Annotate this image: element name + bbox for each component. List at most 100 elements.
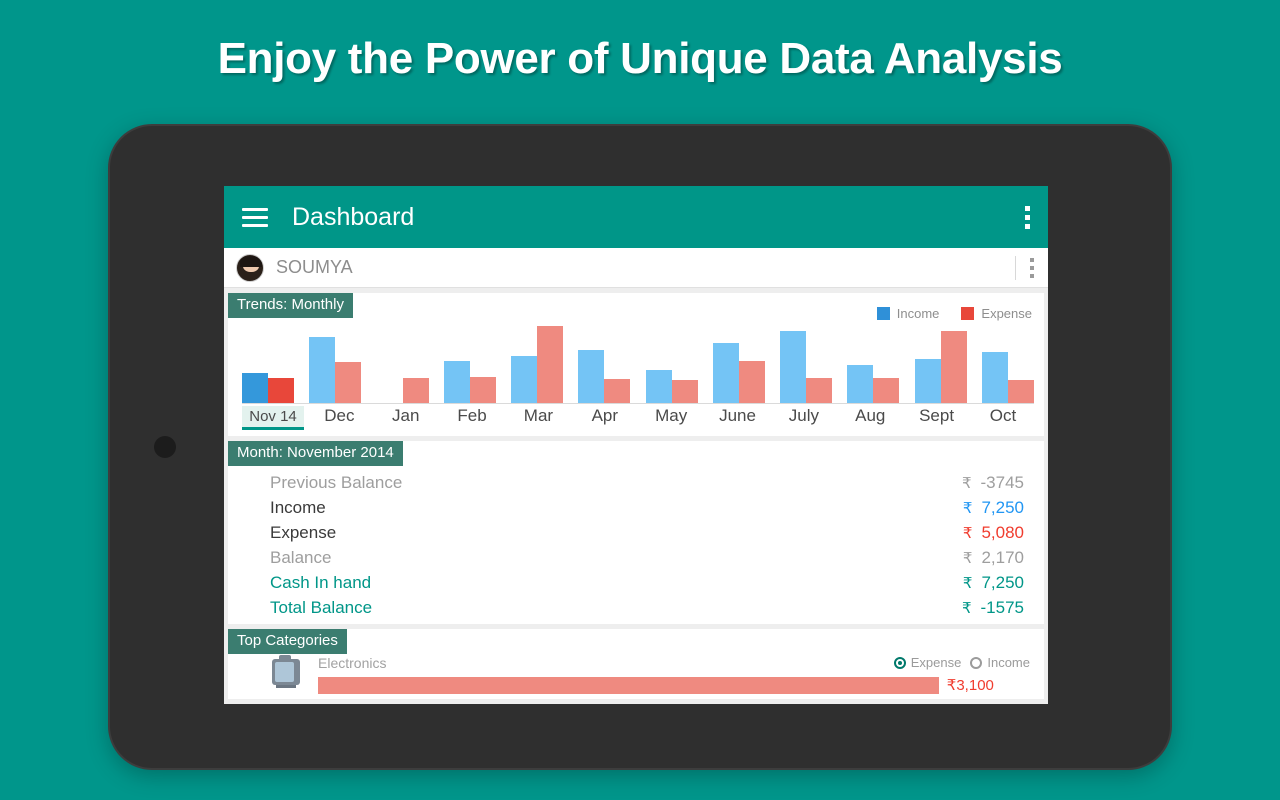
summary-row: Income ₹7,250 xyxy=(228,496,1044,521)
summary-value: ₹7,250 xyxy=(963,498,1024,518)
user-overflow-menu-icon[interactable] xyxy=(1030,257,1034,278)
legend-label-expense: Expense xyxy=(981,306,1032,321)
bar-group[interactable] xyxy=(443,361,496,403)
summary-row: Total Balance ₹ -1575 xyxy=(228,596,1044,621)
summary-label: Previous Balance xyxy=(270,473,403,493)
summary-value: ₹5,080 xyxy=(963,523,1024,543)
bar-group[interactable] xyxy=(578,350,631,403)
bar-group[interactable] xyxy=(780,331,833,403)
bar-group[interactable] xyxy=(309,337,362,403)
television-icon xyxy=(270,655,304,689)
top-categories-card: Top Categories Expense Income Electronic… xyxy=(228,629,1044,699)
amount: 2,170 xyxy=(981,548,1024,568)
x-axis-label[interactable]: June xyxy=(707,406,769,430)
currency-symbol: ₹ xyxy=(962,500,973,518)
x-axis-label[interactable]: Jan xyxy=(375,406,437,430)
legend-item-expense: Expense xyxy=(961,306,1032,321)
categories-tag: Top Categories xyxy=(228,629,347,654)
summary-label: Expense xyxy=(270,523,337,543)
bar-group[interactable] xyxy=(914,331,967,403)
x-axis-label[interactable]: Feb xyxy=(441,406,503,430)
category-progress-bar xyxy=(318,676,939,694)
app-screen: Dashboard SOUMYA Trends: Monthly Income … xyxy=(224,186,1048,704)
bar-expense xyxy=(1007,380,1034,403)
currency-symbol: ₹ xyxy=(962,575,973,593)
x-axis-label[interactable]: Sept xyxy=(906,406,968,430)
bar-group[interactable] xyxy=(712,343,765,403)
bar-income xyxy=(914,359,941,403)
category-row[interactable]: Electronics ₹3,100 xyxy=(270,655,1030,694)
summary-row: Previous Balance ₹ -3745 xyxy=(228,471,1044,496)
amount: -1575 xyxy=(980,598,1024,618)
x-axis-label[interactable]: May xyxy=(640,406,702,430)
page-title: Dashboard xyxy=(292,202,415,231)
bar-income xyxy=(443,361,470,403)
category-info: Electronics ₹3,100 xyxy=(318,655,1030,694)
summary-value: ₹ -1575 xyxy=(962,598,1024,618)
hamburger-icon[interactable] xyxy=(242,207,268,227)
amount: -3745 xyxy=(980,473,1024,493)
bar-expense xyxy=(738,361,765,403)
x-axis-label[interactable]: July xyxy=(773,406,835,430)
summary-row: Cash In hand ₹7,250 xyxy=(228,571,1044,596)
summary-label: Total Balance xyxy=(270,598,373,618)
legend-label-income: Income xyxy=(896,306,940,321)
bar-group[interactable] xyxy=(511,326,564,403)
category-amount: ₹3,100 xyxy=(946,677,994,694)
bar-expense xyxy=(402,378,429,403)
bar-income xyxy=(242,373,268,403)
bar-expense xyxy=(335,362,362,403)
user-row-actions xyxy=(1015,255,1034,280)
category-bar-line: ₹3,100 xyxy=(318,676,1030,694)
currency-symbol: ₹ xyxy=(961,600,972,618)
bar-group[interactable] xyxy=(847,365,900,403)
bar-expense xyxy=(940,331,967,403)
month-tag: Month: November 2014 xyxy=(228,441,403,466)
summary-value: ₹ -3745 xyxy=(962,473,1024,493)
summary-value: ₹7,250 xyxy=(963,573,1024,593)
trends-card: Trends: Monthly Income Expense Nov 14 Dec… xyxy=(228,293,1044,436)
bar-income xyxy=(981,352,1008,403)
currency-symbol: ₹ xyxy=(962,550,973,568)
bar-expense xyxy=(671,380,698,403)
amount: 7,250 xyxy=(981,498,1024,518)
bar-group[interactable] xyxy=(645,370,698,403)
bar-group[interactable] xyxy=(377,378,429,403)
legend-item-income: Income xyxy=(876,306,940,321)
bar-expense xyxy=(806,378,833,403)
bar-expense xyxy=(604,379,631,403)
bar-expense xyxy=(469,377,496,403)
bar-income xyxy=(712,343,739,403)
chart-legend: Income Expense xyxy=(876,306,1032,321)
bar-income xyxy=(511,356,538,403)
bar-expense xyxy=(537,326,564,403)
bar-chart-x-axis: Nov 14 Dec Jan Feb Mar Apr May June July Aug Sept O… xyxy=(242,406,1034,430)
x-axis-label[interactable]: Aug xyxy=(839,406,901,430)
promo-headline: Enjoy the Power of Unique Data Analysis xyxy=(217,34,1063,83)
currency-symbol: ₹ xyxy=(961,475,972,493)
summary-label: Income xyxy=(270,498,326,518)
x-axis-label[interactable]: Mar xyxy=(507,406,569,430)
x-axis-label[interactable]: Nov 14 xyxy=(242,406,304,430)
screenshot-stage: Enjoy the Power of Unique Data Analysis … xyxy=(0,0,1280,800)
x-axis-label[interactable]: Oct xyxy=(972,406,1034,430)
bar-expense xyxy=(268,378,294,403)
camera-icon xyxy=(154,436,176,458)
summary-label: Cash In hand xyxy=(270,573,372,593)
month-summary-rows: Previous Balance ₹ -3745 Income ₹7,250 Expens… xyxy=(228,466,1044,621)
x-axis-label[interactable]: Apr xyxy=(574,406,636,430)
legend-swatch-expense xyxy=(961,307,975,320)
month-summary-card: Month: November 2014 Previous Balance ₹ -3… xyxy=(228,441,1044,624)
overflow-menu-icon[interactable] xyxy=(1025,205,1030,229)
user-row[interactable]: SOUMYA xyxy=(224,248,1048,288)
x-axis-label[interactable]: Dec xyxy=(308,406,370,430)
amount: 7,250 xyxy=(981,573,1024,593)
bar-expense xyxy=(873,378,900,403)
app-bar: Dashboard xyxy=(224,186,1048,248)
bar-group[interactable] xyxy=(242,373,294,403)
bar-group[interactable] xyxy=(981,352,1034,403)
bar-income xyxy=(578,350,605,403)
bar-income xyxy=(780,331,807,403)
bar-income xyxy=(847,365,874,403)
summary-label: Balance xyxy=(270,548,332,568)
